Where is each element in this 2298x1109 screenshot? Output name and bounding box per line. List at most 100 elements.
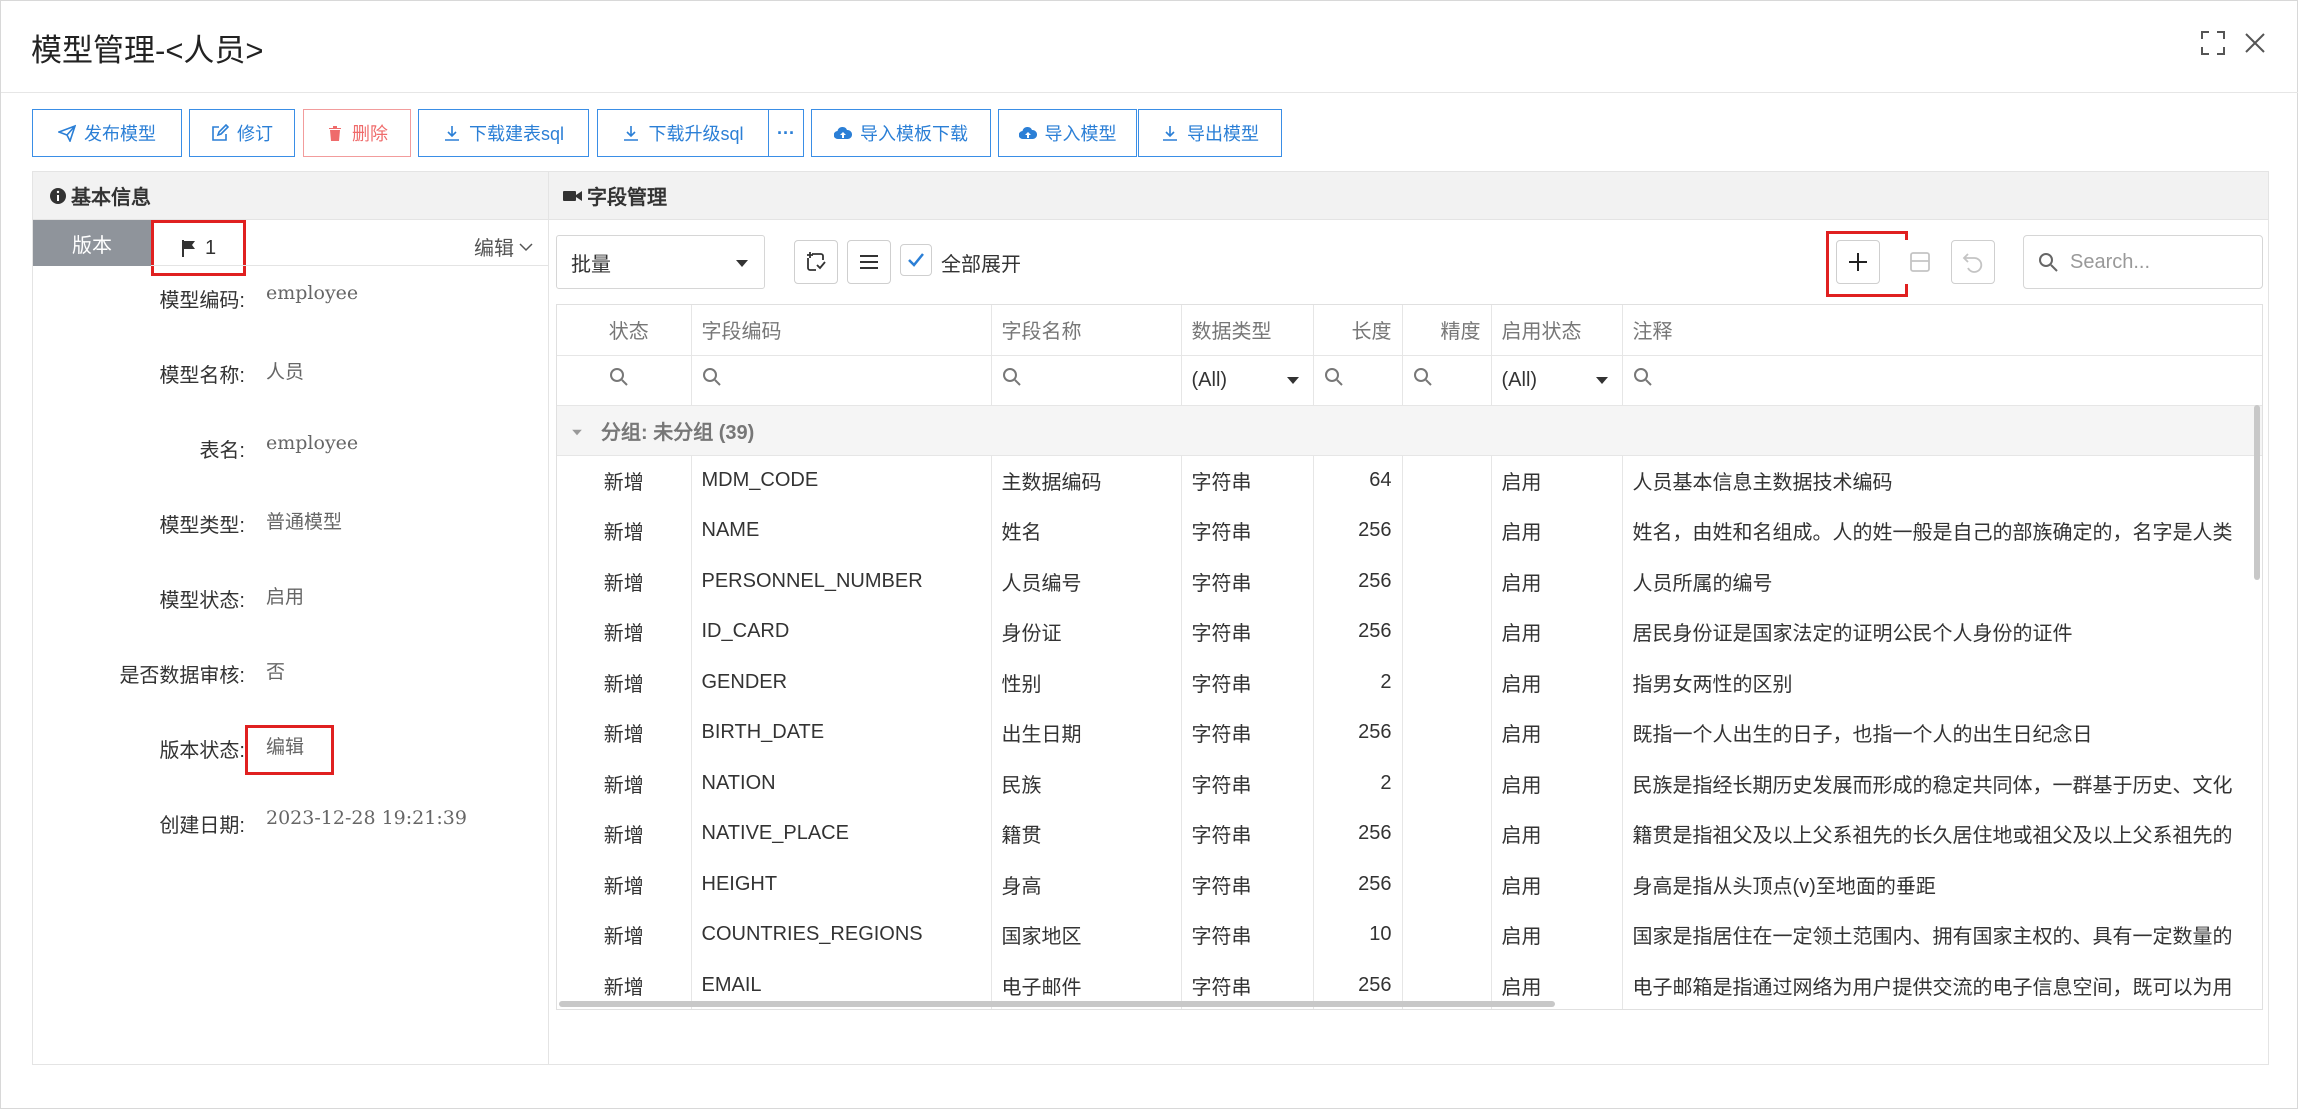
table-row[interactable]: 新增 GENDER 性别 字符串 2 启用 指男女两性的区别 [557,657,2262,708]
save-button[interactable] [1898,240,1942,284]
cell-status: 新增 [557,606,692,657]
download-create-sql-button[interactable]: 下载建表sql [418,109,589,157]
info-value: 2023-12-28 19:21:39 [266,807,467,829]
export-model-button[interactable]: 导出模型 [1138,109,1282,157]
column-header-precision[interactable]: 精度 [1402,305,1492,356]
add-field-button[interactable] [1836,240,1880,284]
filter-length[interactable] [1313,355,1403,406]
video-camera-icon [563,190,582,201]
download-icon [1163,126,1177,141]
column-header-type[interactable]: 数据类型 [1181,305,1314,356]
cell-name: 身份证 [991,606,1182,657]
cell-precision [1402,505,1492,556]
filter-type[interactable]: (All) [1181,355,1314,406]
publish-model-button[interactable]: 发布模型 [32,109,182,157]
column-header-length[interactable]: 长度 [1313,305,1403,356]
flag-icon [181,240,195,257]
expand-all-checkbox[interactable] [900,244,932,276]
table-row[interactable]: 新增 MDM_CODE 主数据编码 字符串 64 启用 人员基本信息主数据技术编… [557,455,2262,506]
batch-select[interactable]: 批量 [556,235,765,289]
cell-status: 新增 [557,505,692,556]
search-icon [1324,368,1343,386]
cell-code: NATIVE_PLACE [691,808,992,859]
checklist-icon [807,252,826,271]
cell-name: 主数据编码 [991,455,1182,506]
info-value: employee [266,432,359,454]
column-header-comment[interactable]: 注释 [1622,305,2262,356]
group-row[interactable]: 分组: 未分组 (39) [557,405,2262,456]
maximize-icon[interactable] [2199,29,2227,57]
cell-comment: 身高是指从头顶点(v)至地面的垂距 [1622,859,2262,910]
cloud-upload-icon [834,126,852,140]
search-placeholder: Search... [2070,250,2151,273]
info-label: 是否数据审核: [119,665,245,687]
filter-comment[interactable] [1622,355,2262,406]
table-row[interactable]: 新增 NAME 姓名 字符串 256 启用 姓名，由姓和名组成。人的姓一般是自己… [557,505,2262,556]
cell-name: 性别 [991,657,1182,708]
horizontal-scrollbar[interactable] [559,1001,1555,1007]
more-actions-button[interactable]: ··· [768,109,804,157]
send-icon [58,124,76,142]
filter-status[interactable] [557,355,692,406]
caret-down-icon [1595,376,1608,384]
import-model-button[interactable]: 导入模型 [998,109,1137,157]
cell-comment: 既指一个人出生的日子，也指一个人的出生日纪念日 [1622,707,2262,758]
cell-status: 新增 [557,808,692,859]
download-upgrade-sql-button[interactable]: 下载升级sql [597,109,769,157]
filter-name[interactable] [991,355,1182,406]
expand-all-label: 全部展开 [941,254,1021,276]
cell-precision [1402,909,1492,960]
column-header-status[interactable]: 状态 [557,305,692,356]
edit-dropdown-label: 编辑 [474,238,514,260]
cell-enabled: 启用 [1491,505,1623,556]
info-label: 表名: [199,440,245,462]
table-row[interactable]: 新增 NATION 民族 字符串 2 启用 民族是指经长期历史发展而形成的稳定共… [557,758,2262,809]
edit-dropdown[interactable]: 编辑 [474,232,534,261]
info-row-model-status: 模型状态: 启用 [33,584,549,614]
undo-button[interactable] [1951,240,1995,284]
table-row[interactable]: 新增 BIRTH_DATE 出生日期 字符串 256 启用 既指一个人出生的日子… [557,707,2262,758]
version-tab[interactable]: 版本 [33,220,151,266]
revise-button[interactable]: 修订 [189,109,295,157]
table-row[interactable]: 新增 NATIVE_PLACE 籍贯 字符串 256 启用 籍贯是指祖父及以上父… [557,808,2262,859]
filter-precision[interactable] [1402,355,1492,406]
cell-comment: 指男女两性的区别 [1622,657,2262,708]
table-row[interactable]: 新增 PERSONNEL_NUMBER 人员编号 字符串 256 启用 人员所属… [557,556,2262,607]
table-row[interactable]: 新增 COUNTRIES_REGIONS 国家地区 字符串 10 启用 国家是指… [557,909,2262,960]
cloud-upload-icon [1018,126,1037,140]
column-header-enabled[interactable]: 启用状态 [1491,305,1623,356]
chevron-down-icon [519,242,533,251]
filter-enabled[interactable]: (All) [1491,355,1623,406]
import-template-download-button[interactable]: 导入模板下载 [811,109,991,157]
column-header-name[interactable]: 字段名称 [991,305,1182,356]
cell-comment: 居民身份证是国家法定的证明公民个人身份的证件 [1622,606,2262,657]
cell-name: 国家地区 [991,909,1182,960]
table-row[interactable]: 新增 HEIGHT 身高 字符串 256 启用 身高是指从头顶点(v)至地面的垂… [557,859,2262,910]
info-row-model-name: 模型名称: 人员 [33,359,549,389]
info-value: employee [266,282,359,304]
table-row[interactable]: 新增 ID_CARD 身份证 字符串 256 启用 居民身份证是国家法定的证明公… [557,606,2262,657]
cell-length: 256 [1313,808,1403,859]
expand-caret-icon[interactable] [572,429,582,435]
column-header-code[interactable]: 字段编码 [691,305,992,356]
cell-precision [1402,606,1492,657]
cell-code: HEIGHT [691,859,992,910]
cell-name: 姓名 [991,505,1182,556]
basic-info-title: 基本信息 [71,187,151,209]
vertical-scrollbar[interactable] [2254,405,2260,580]
info-label: 模型类型: [159,515,245,537]
cell-precision [1402,707,1492,758]
cell-type: 字符串 [1181,657,1314,708]
version-selector[interactable]: 1 [151,220,246,276]
column-chooser-button[interactable] [847,240,891,284]
search-input[interactable]: Search... [2023,235,2263,289]
dialog-titlebar: 模型管理-<人员> [1,1,2298,93]
cell-length: 256 [1313,505,1403,556]
delete-button[interactable]: 删除 [303,109,411,157]
cell-name: 出生日期 [991,707,1182,758]
checklist-button[interactable] [794,240,838,284]
filter-code[interactable] [691,355,992,406]
close-icon[interactable] [2241,29,2269,57]
cell-enabled: 启用 [1491,707,1623,758]
info-label: 模型状态: [159,590,245,612]
